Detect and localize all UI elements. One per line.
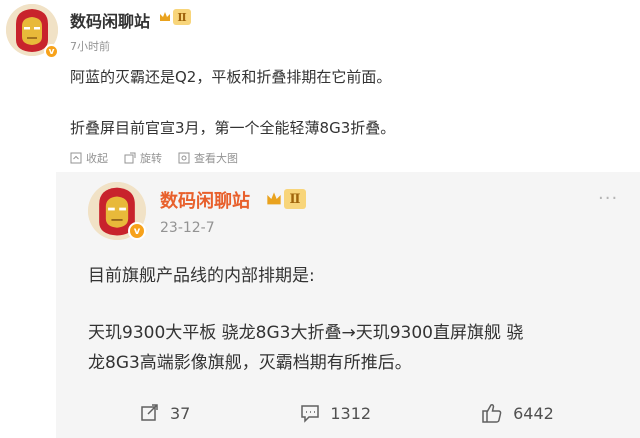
rotate-button[interactable]: 旋转 xyxy=(124,150,162,166)
rotate-icon xyxy=(124,152,136,164)
repost-count: 37 xyxy=(170,403,191,423)
collapse-icon xyxy=(70,152,82,164)
repost-icon xyxy=(141,404,158,421)
zoom-icon xyxy=(178,152,190,164)
repost-line-2: 天玑9300大平板 骁龙8G3大折叠→天玑9300直屏旗舰 骁 xyxy=(88,323,524,343)
post-line-1: 阿蓝的灭霸还是Q2，平板和折叠排期在它前面。 xyxy=(70,68,392,86)
collapse-label: 收起 xyxy=(86,152,108,165)
like-count: 6442 xyxy=(513,403,554,423)
level-number: Ⅱ xyxy=(284,189,306,209)
level-number: Ⅱ xyxy=(173,9,191,25)
view-large-button[interactable]: 查看大图 xyxy=(178,150,238,166)
verified-badge: v xyxy=(44,44,59,59)
image-actions: 收起 旋转 查看大图 xyxy=(70,150,238,166)
repost-date[interactable]: 23-12-7 xyxy=(160,220,215,236)
comment-count: 1312 xyxy=(330,403,372,423)
level-badge: Ⅱ xyxy=(159,9,191,25)
repost-verified-badge: v xyxy=(128,222,146,240)
repost-count-button[interactable]: 37 xyxy=(140,403,190,423)
repost-level-badge: Ⅱ xyxy=(266,189,306,209)
more-icon[interactable]: ··· xyxy=(598,188,618,209)
comment-count-button[interactable]: 1312 xyxy=(300,403,371,423)
view-large-label: 查看大图 xyxy=(194,152,238,165)
rotate-label: 旋转 xyxy=(140,152,162,165)
repost-author-name[interactable]: 数码闲聊站 xyxy=(160,187,250,213)
post-line-2: 折叠屏目前官宣3月，第一个全能轻薄8G3折叠。 xyxy=(70,119,396,137)
like-icon xyxy=(482,403,502,423)
author-name[interactable]: 数码闲聊站 xyxy=(70,8,150,32)
like-count-button[interactable]: 6442 xyxy=(481,402,554,424)
post-time[interactable]: 7小时前 xyxy=(70,38,110,54)
comment-icon xyxy=(301,405,320,423)
repost-line-3: 龙8G3高端影像旗舰，灭霸档期有所推后。 xyxy=(88,353,412,373)
crown-icon xyxy=(266,191,282,207)
repost-stats: 37 1312 6442 xyxy=(140,402,554,424)
crown-icon xyxy=(159,11,171,23)
repost-line-1: 目前旗舰产品线的内部排期是: xyxy=(88,266,315,286)
collapse-button[interactable]: 收起 xyxy=(70,150,108,166)
